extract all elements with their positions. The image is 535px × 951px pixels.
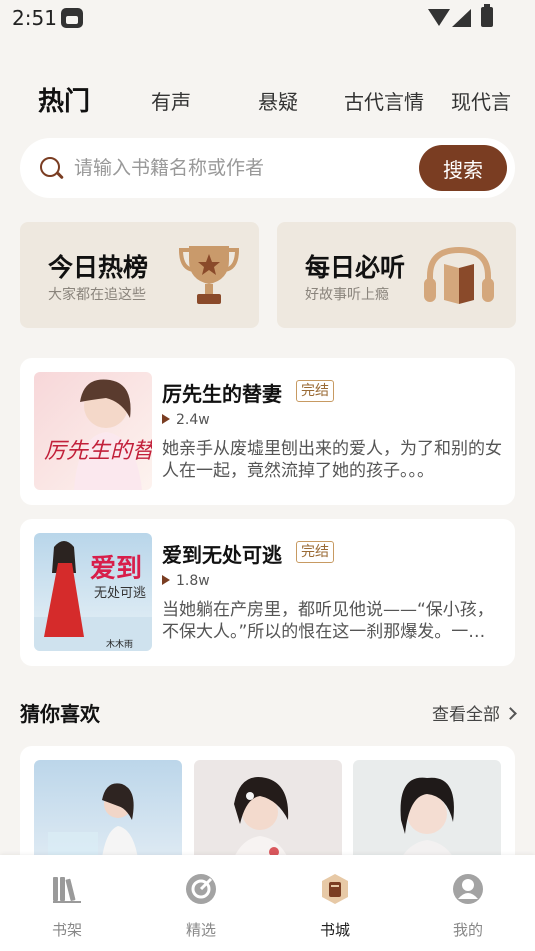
- nav-bookstore[interactable]: 书城: [268, 855, 402, 951]
- play-count-value: 1.8w: [176, 573, 210, 589]
- search-button[interactable]: 搜索: [419, 145, 507, 191]
- see-all-label: 查看全部: [432, 705, 500, 725]
- promo-subtitle: 好故事听上瘾: [305, 287, 389, 303]
- daily-chart-card[interactable]: 今日热榜 大家都在追这些: [20, 222, 259, 328]
- cover-title-text: 爱到: [90, 554, 142, 584]
- headphones-book-icon: [424, 246, 494, 304]
- battery-icon: [481, 4, 493, 27]
- compass-icon: [186, 874, 216, 904]
- book-description: 她亲手从废墟里刨出来的爱人，为了和别的女人在一起，竟然流掉了她的孩子。。。: [162, 439, 502, 481]
- book-title: 厉先生的替妻: [162, 382, 282, 406]
- play-count: 2.4w: [162, 412, 210, 428]
- see-all-link[interactable]: 查看全部: [432, 700, 517, 725]
- book-description: 当她躺在产房里，都听见他说——“保小孩，不保大人。”所以的恨在这一刹那爆发。一…: [162, 600, 494, 642]
- promo-title: 今日热榜: [48, 253, 149, 282]
- tab-suspense[interactable]: 悬疑: [258, 84, 298, 120]
- nav-bookshelf[interactable]: 书架: [0, 855, 134, 951]
- section-title: 猜你喜欢: [20, 702, 100, 726]
- chevron-right-icon: [504, 707, 517, 720]
- category-tabs: 热门 有声 悬疑 古代言情 现代言: [0, 84, 535, 124]
- book-card[interactable]: 厉先生的替妻 厉先生的替妻 完结 2.4w 她亲手从废墟里刨出来的爱人，为了和别…: [20, 358, 515, 505]
- cover-subtitle-text: 无处可逃: [94, 586, 146, 601]
- tab-ancient-romance[interactable]: 古代言情: [344, 84, 424, 120]
- status-badge: 完结: [296, 380, 334, 402]
- tab-audio[interactable]: 有声: [151, 84, 191, 120]
- book-cover: 厉先生的替妻: [34, 372, 152, 490]
- play-icon: [162, 575, 170, 585]
- tab-modern-romance[interactable]: 现代言: [451, 84, 511, 120]
- book-title: 爱到无处可逃: [162, 543, 282, 567]
- nav-label: 我的: [452, 921, 483, 939]
- book-cover: 爱到 无处可逃 木木雨: [34, 533, 152, 651]
- bookstore-icon: [322, 874, 348, 904]
- promo-subtitle: 大家都在追这些: [48, 287, 146, 303]
- bottom-nav: 书架 精选 书城 我的: [0, 855, 535, 951]
- nav-label: 精选: [185, 921, 216, 939]
- search-bar: 搜索: [20, 138, 515, 198]
- daily-listen-card[interactable]: 每日必听 好故事听上瘾: [277, 222, 516, 328]
- nav-label: 书城: [319, 921, 350, 939]
- cover-author-text: 木木雨: [106, 638, 133, 650]
- nav-featured[interactable]: 精选: [134, 855, 268, 951]
- play-count-value: 2.4w: [176, 412, 210, 428]
- signal-icon: [452, 9, 471, 27]
- tab-hot[interactable]: 热门: [38, 84, 90, 120]
- book-card[interactable]: 爱到 无处可逃 木木雨 爱到无处可逃 完结 1.8w 当她躺在产房里，都听见他说…: [20, 519, 515, 666]
- status-time: 2:51: [12, 6, 57, 30]
- play-icon: [162, 414, 170, 424]
- search-input[interactable]: [74, 150, 404, 186]
- play-count: 1.8w: [162, 573, 210, 589]
- notification-icon: [61, 8, 83, 28]
- trophy-icon: [178, 246, 240, 304]
- cover-title-text: 厉先生的替妻: [44, 439, 152, 464]
- nav-profile[interactable]: 我的: [401, 855, 535, 951]
- nav-label: 书架: [51, 921, 82, 939]
- profile-icon: [453, 874, 483, 904]
- status-bar: 2:51: [0, 0, 535, 36]
- wifi-icon: [428, 9, 450, 26]
- status-badge: 完结: [296, 541, 334, 563]
- search-icon: [40, 157, 60, 177]
- bookshelf-icon: [53, 877, 81, 903]
- promo-title: 每日必听: [305, 253, 406, 282]
